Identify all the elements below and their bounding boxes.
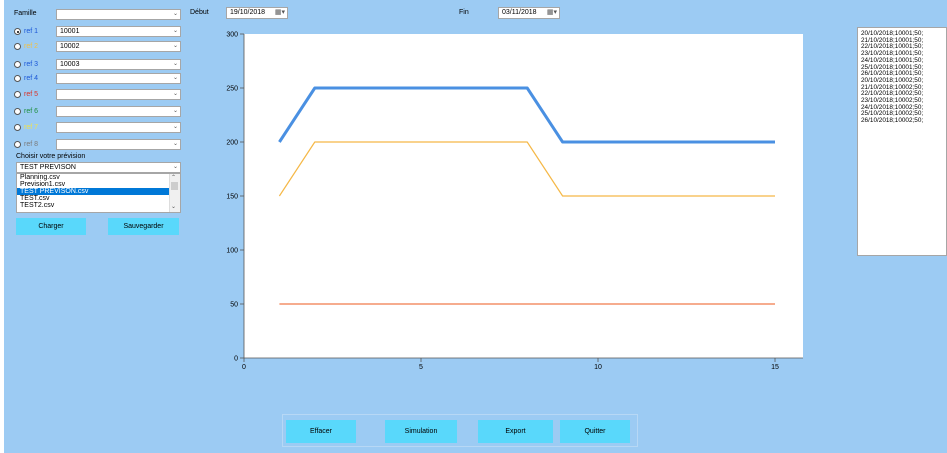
y-tick-label: 100 — [226, 248, 238, 255]
y-tick-label: 300 — [226, 32, 238, 39]
y-tick-label: 250 — [226, 86, 238, 93]
line-chart: 0 50 100 150 200 250 300 0 5 10 15 — [226, 32, 803, 371]
x-tick-label: 0 — [242, 364, 246, 371]
y-tick-label: 150 — [226, 194, 238, 201]
x-tick-label: 5 — [419, 364, 423, 371]
x-tick-label: 10 — [594, 364, 602, 371]
y-tick-label: 50 — [230, 302, 238, 309]
x-tick-label: 15 — [771, 364, 779, 371]
y-tick-label: 0 — [234, 356, 238, 363]
y-tick-label: 200 — [226, 140, 238, 147]
